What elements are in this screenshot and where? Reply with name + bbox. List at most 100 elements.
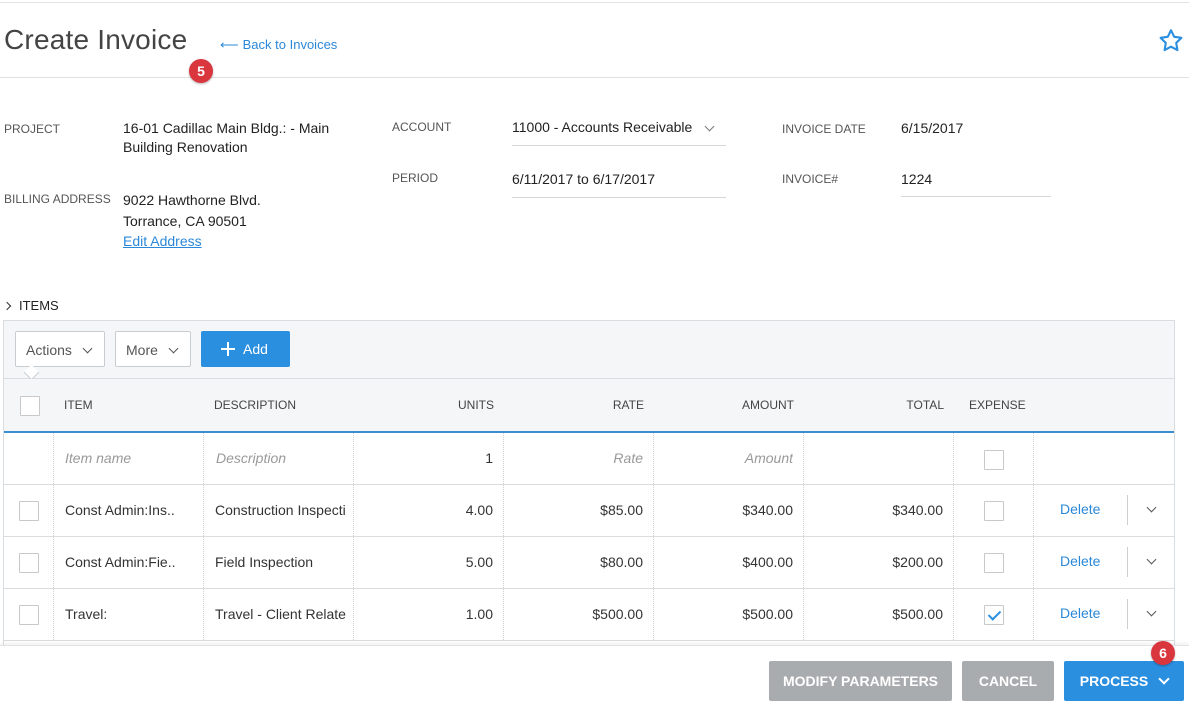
chevron-down-icon — [168, 343, 179, 354]
cell-divider — [1033, 433, 1034, 484]
cell-divider — [953, 485, 954, 536]
item-cell[interactable]: Const Admin:Fie.. — [65, 554, 200, 570]
col-amount[interactable]: AMOUNT — [704, 398, 794, 412]
cell-divider — [503, 485, 504, 536]
cell-divider — [503, 589, 504, 640]
cell-divider — [803, 537, 804, 588]
chevron-down-icon[interactable] — [1146, 502, 1157, 513]
divider — [1127, 599, 1128, 629]
step-badge-6: 6 — [1151, 641, 1175, 665]
cell-divider — [203, 589, 204, 640]
account-select[interactable]: 11000 - Accounts Receivable — [512, 118, 692, 137]
back-to-invoices-link[interactable]: ⟵ Back to Invoices — [220, 37, 337, 53]
table-row: Travel: Travel - Client Related 1.00 $50… — [4, 589, 1174, 641]
rate-cell[interactable]: $85.00 — [514, 502, 643, 518]
amount-cell[interactable]: $500.00 — [664, 606, 793, 622]
units-input[interactable]: 1 — [364, 450, 493, 466]
actions-label: Actions — [26, 342, 72, 358]
cell-divider — [503, 537, 504, 588]
rate-cell[interactable]: $80.00 — [514, 554, 643, 570]
delete-link[interactable]: Delete — [1060, 501, 1100, 517]
row-select-checkbox[interactable] — [19, 501, 39, 521]
step-badge-5: 5 — [189, 59, 213, 83]
cell-divider — [53, 589, 54, 640]
chevron-down-icon[interactable] — [1146, 606, 1157, 617]
amount-input[interactable]: Amount — [664, 450, 793, 466]
items-grid: Actions More Add ITEM DESCRIPTION UNITS … — [3, 320, 1175, 651]
cell-divider — [653, 537, 654, 588]
amount-cell[interactable]: $340.00 — [664, 502, 793, 518]
description-cell[interactable]: Travel - Client Related — [215, 606, 346, 622]
row-select-checkbox[interactable] — [19, 605, 39, 625]
expense-checkbox[interactable] — [984, 501, 1004, 521]
delete-link[interactable]: Delete — [1060, 553, 1100, 569]
amount-cell[interactable]: $400.00 — [664, 554, 793, 570]
rate-cell[interactable]: $500.00 — [514, 606, 643, 622]
star-icon[interactable] — [1157, 27, 1185, 55]
expense-checkbox-checked[interactable] — [984, 605, 1004, 625]
col-item[interactable]: ITEM — [64, 398, 93, 412]
edit-address-link[interactable]: Edit Address — [123, 232, 261, 251]
project-line-2: Building Renovation — [123, 139, 248, 155]
cell-divider — [653, 589, 654, 640]
col-units[interactable]: UNITS — [404, 398, 494, 412]
chevron-down-icon[interactable] — [1146, 554, 1157, 565]
cell-divider — [503, 433, 504, 484]
invoice-number-input[interactable]: 1224 — [901, 170, 932, 189]
description-cell[interactable]: Field Inspection — [215, 554, 346, 570]
period-value[interactable]: 6/11/2017 to 6/17/2017 — [512, 170, 655, 189]
cell-divider — [203, 485, 204, 536]
table-row: Const Admin:Fie.. Field Inspection 5.00 … — [4, 537, 1174, 589]
select-all-checkbox[interactable] — [20, 396, 40, 416]
cell-divider — [803, 589, 804, 640]
description-cell[interactable]: Construction Inspection — [215, 502, 346, 518]
more-dropdown[interactable]: More — [115, 331, 191, 367]
col-expense[interactable]: EXPENSE — [969, 398, 1026, 412]
col-total[interactable]: TOTAL — [854, 398, 944, 412]
project-value: 16-01 Cadillac Main Bldg.: - Main Buildi… — [123, 119, 329, 157]
billing-line-1: 9022 Hawthorne Blvd. — [123, 192, 261, 208]
divider — [1127, 547, 1128, 577]
cell-divider — [53, 485, 54, 536]
items-section-toggle[interactable]: ITEMS — [2, 298, 59, 313]
row-select-checkbox[interactable] — [19, 553, 39, 573]
units-cell[interactable]: 5.00 — [364, 554, 493, 570]
col-description[interactable]: DESCRIPTION — [214, 398, 296, 412]
expense-checkbox[interactable] — [984, 450, 1004, 470]
cell-divider — [53, 433, 54, 484]
modify-parameters-button[interactable]: MODIFY PARAMETERS — [769, 661, 952, 701]
billing-address-label: BILLING ADDRESS — [4, 192, 111, 206]
invoice-date-value[interactable]: 6/15/2017 — [901, 119, 963, 138]
expense-checkbox[interactable] — [984, 553, 1004, 573]
description-input[interactable]: Description — [216, 450, 346, 466]
action-footer: MODIFY PARAMETERS CANCEL PROCESS — [0, 645, 1189, 716]
chevron-down-icon — [1158, 673, 1170, 685]
account-label: ACCOUNT — [392, 120, 452, 134]
chevron-down-icon[interactable] — [704, 121, 715, 132]
rate-input[interactable]: Rate — [514, 450, 643, 466]
invoice-number-underline — [901, 196, 1051, 197]
cell-divider — [1033, 589, 1034, 640]
back-arrow-icon: ⟵ — [220, 37, 239, 52]
project-label: PROJECT — [4, 122, 61, 136]
item-cell[interactable]: Const Admin:Ins.. — [65, 502, 200, 518]
cell-divider — [353, 589, 354, 640]
total-cell: $500.00 — [892, 606, 943, 622]
cell-divider — [203, 433, 204, 484]
invoice-date-label: INVOICE DATE — [782, 122, 866, 136]
process-button[interactable]: PROCESS — [1064, 661, 1184, 701]
units-cell[interactable]: 1.00 — [364, 606, 493, 622]
cell-divider — [353, 433, 354, 484]
cell-divider — [653, 485, 654, 536]
delete-link[interactable]: Delete — [1060, 605, 1100, 621]
units-cell[interactable]: 4.00 — [364, 502, 493, 518]
actions-dropdown[interactable]: Actions — [15, 331, 105, 367]
item-name-input[interactable]: Item name — [65, 450, 195, 466]
total-cell: $340.00 — [892, 502, 943, 518]
col-rate[interactable]: RATE — [554, 398, 644, 412]
cancel-button[interactable]: CANCEL — [962, 661, 1054, 701]
item-cell[interactable]: Travel: — [65, 606, 200, 622]
chevron-down-icon — [82, 343, 93, 354]
cell-divider — [803, 485, 804, 536]
add-item-button[interactable]: Add — [201, 331, 290, 367]
